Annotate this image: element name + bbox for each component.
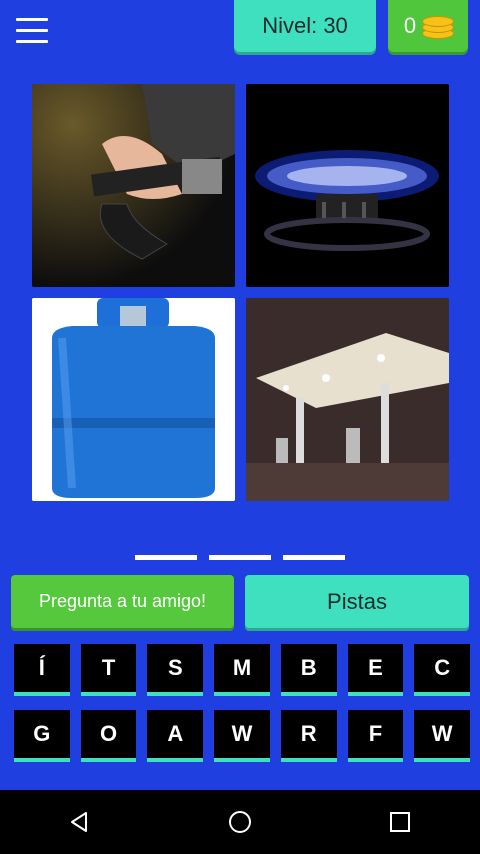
letter-key[interactable]: R: [280, 710, 337, 762]
letter-key[interactable]: T: [80, 644, 137, 696]
answer-slot[interactable]: [283, 555, 345, 560]
letter-keyboard-row-1: Í T S M B E C: [14, 644, 471, 696]
letter-key[interactable]: F: [347, 710, 404, 762]
letter-key[interactable]: B: [280, 644, 337, 696]
recents-icon[interactable]: [370, 802, 430, 842]
letter-key[interactable]: S: [147, 644, 204, 696]
letter-key[interactable]: O: [80, 710, 137, 762]
letter-key[interactable]: C: [414, 644, 471, 696]
coins-badge[interactable]: 0: [388, 0, 468, 52]
letter-key[interactable]: W: [214, 710, 270, 762]
fuel-nozzle-image: [32, 84, 235, 287]
answer-slot[interactable]: [135, 555, 197, 560]
answer-slot[interactable]: [209, 555, 271, 560]
gas-burner-flame-image: [246, 84, 449, 287]
level-badge: Nivel: 30: [234, 0, 376, 52]
answer-slots: [0, 555, 480, 560]
letter-keyboard-row-2: G O A W R F W: [14, 710, 471, 762]
letter-key[interactable]: E: [347, 644, 404, 696]
hints-button[interactable]: Pistas: [245, 575, 469, 628]
letter-key[interactable]: A: [147, 710, 204, 762]
back-icon[interactable]: [50, 802, 110, 842]
ask-friend-button[interactable]: Pregunta a tu amigo!: [11, 575, 234, 628]
letter-key[interactable]: W: [414, 710, 471, 762]
home-icon[interactable]: [210, 802, 270, 842]
level-label: Nivel: 30: [262, 13, 348, 38]
letter-key[interactable]: G: [14, 710, 70, 762]
system-navigation-bar: [0, 790, 480, 854]
letter-key[interactable]: Í: [14, 644, 70, 696]
coin-count: 0: [403, 13, 417, 38]
gas-station-image: [246, 298, 449, 501]
hamburger-menu-icon: [16, 18, 48, 21]
coin-stack-icon: [422, 14, 455, 39]
letter-key[interactable]: M: [214, 644, 270, 696]
blue-gas-cylinder-image: [32, 298, 235, 501]
menu-button[interactable]: [16, 18, 48, 46]
